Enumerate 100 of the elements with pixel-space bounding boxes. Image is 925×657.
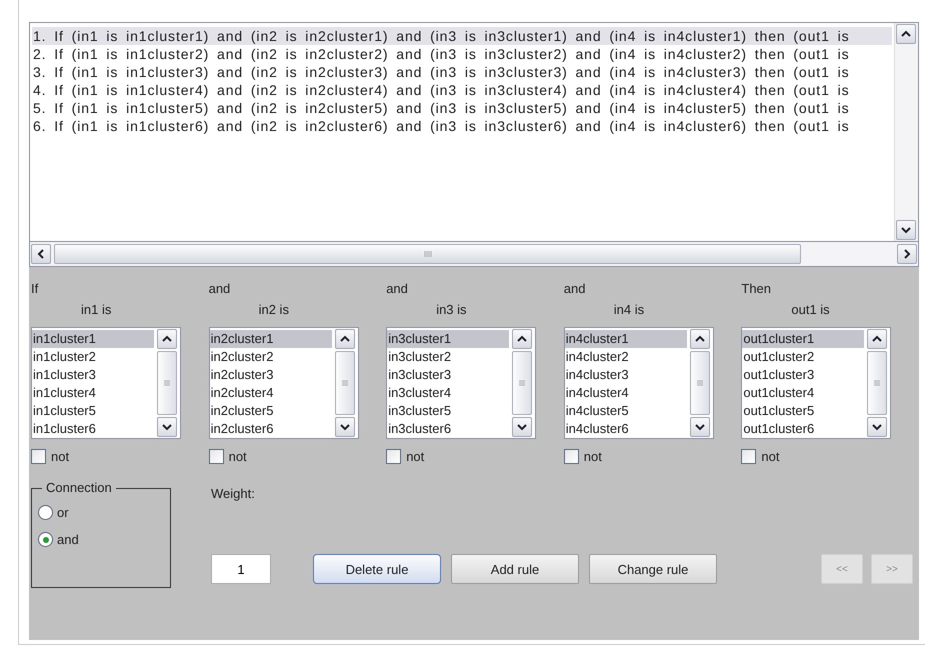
not-checkbox[interactable] — [208, 449, 224, 464]
cluster-item[interactable]: in1cluster2 — [32, 348, 154, 366]
chevron-right-icon — [904, 249, 910, 259]
scrollbar-thumb[interactable] — [867, 351, 888, 415]
cluster-item[interactable]: in3cluster6 — [387, 420, 510, 438]
variable-label: in1 is — [81, 301, 112, 319]
scroll-up-button[interactable] — [334, 329, 355, 349]
cluster-item[interactable]: in3cluster5 — [387, 402, 510, 420]
scrollbar-thumb[interactable] — [512, 351, 532, 415]
cluster-item[interactable]: in1cluster3 — [32, 366, 154, 384]
scroll-down-button[interactable] — [512, 417, 532, 437]
cluster-list[interactable]: in3cluster1 in3cluster2 in3cluster3 in3cluster4 in3cluster5 in3cluster6 — [386, 327, 536, 439]
scroll-down-button[interactable] — [334, 417, 355, 437]
weight-field[interactable]: 1 — [211, 554, 271, 584]
scroll-right-button[interactable] — [897, 244, 917, 264]
cluster-item[interactable]: in4cluster2 — [564, 348, 687, 366]
cluster-item[interactable]: in3cluster3 — [387, 366, 510, 384]
chevron-down-icon — [901, 227, 911, 234]
rule-item[interactable]: 1. If (in1 is in1cluster1) and (in2 is in2cluster1) and (in3 is in3cluster1) and (in4 is in4cluster1) then (out1 is — [32, 27, 892, 45]
chevron-down-icon — [872, 424, 882, 430]
checkbox-label: not — [51, 449, 70, 464]
chevron-up-icon — [872, 336, 882, 342]
cluster-item[interactable]: out1cluster3 — [742, 366, 864, 384]
radio-button[interactable] — [38, 532, 53, 547]
rule-button[interactable]: Add rule — [451, 554, 579, 584]
rule-button[interactable]: Delete rule — [313, 554, 441, 584]
cluster-item[interactable]: in2cluster1 — [210, 330, 332, 348]
cluster-item[interactable]: out1cluster6 — [742, 420, 864, 438]
cluster-item[interactable]: in2cluster4 — [210, 384, 332, 402]
variable-label: in3 is — [436, 301, 467, 319]
scrollbar-thumb[interactable] — [690, 351, 710, 415]
scroll-up-button[interactable] — [690, 329, 710, 349]
cluster-item[interactable]: in4cluster6 — [564, 420, 687, 438]
cluster-item[interactable]: in3cluster1 — [387, 330, 510, 348]
variable-label: out1 is — [791, 301, 830, 319]
not-checkbox[interactable] — [741, 449, 756, 464]
cluster-list[interactable]: in4cluster1 in4cluster2 in4cluster3 in4cluster4 in4cluster5 in4cluster6 — [564, 327, 714, 439]
chevron-up-icon — [162, 336, 172, 342]
connector-label: and — [564, 281, 586, 297]
cluster-item[interactable]: out1cluster2 — [742, 348, 864, 366]
scroll-down-button[interactable] — [157, 417, 177, 437]
rule-item[interactable]: 4. If (in1 is in1cluster4) and (in2 is in2cluster4) and (in3 is in3cluster4) and (in4 is in4cluster4) then (out1 is — [32, 81, 892, 99]
cluster-item[interactable]: out1cluster1 — [742, 330, 864, 348]
cluster-item[interactable]: in2cluster3 — [210, 366, 332, 384]
rule-list[interactable] — [29, 22, 919, 242]
cluster-item[interactable]: out1cluster4 — [742, 384, 864, 402]
scroll-up-button[interactable] — [157, 329, 177, 349]
scroll-up-button[interactable] — [896, 24, 916, 44]
scrollbar-thumb[interactable] — [157, 351, 177, 415]
variable-label: in4 is — [614, 301, 644, 319]
scroll-up-button[interactable] — [867, 329, 888, 349]
scroll-down-button[interactable] — [690, 417, 710, 437]
cluster-item[interactable]: in2cluster5 — [210, 402, 332, 420]
checkbox-label: not — [228, 449, 247, 464]
cluster-item[interactable]: in4cluster4 — [564, 384, 687, 402]
cluster-list[interactable]: in1cluster1 in1cluster2 in1cluster3 in1cluster4 in1cluster5 in1cluster6 — [31, 327, 181, 439]
cluster-list[interactable]: out1cluster1 out1cluster2 out1cluster3 out1cluster4 out1cluster5 out1cluster6 — [741, 327, 892, 439]
rule-button[interactable]: Change rule — [589, 554, 717, 584]
chevron-down-icon — [517, 424, 527, 430]
checkbox-label: not — [406, 449, 424, 464]
cluster-list[interactable]: in2cluster1 in2cluster2 in2cluster3 in2cluster4 in2cluster5 in2cluster6 — [208, 327, 359, 439]
chevron-up-icon — [695, 336, 704, 342]
chevron-down-icon — [162, 424, 172, 430]
cluster-item[interactable]: in3cluster2 — [387, 348, 510, 366]
scrollbar-thumb[interactable] — [54, 244, 801, 264]
chevron-left-icon — [38, 249, 44, 259]
scrollbar-thumb[interactable] — [334, 351, 355, 415]
scroll-down-button[interactable] — [896, 220, 916, 240]
cluster-item[interactable]: in4cluster3 — [564, 366, 687, 384]
cluster-item[interactable]: in3cluster4 — [387, 384, 510, 402]
group-title: Connection — [42, 480, 116, 495]
radio-button[interactable] — [38, 505, 53, 520]
not-checkbox[interactable] — [564, 449, 579, 464]
connector-label: and — [208, 281, 230, 297]
checkbox-label: not — [761, 449, 780, 464]
not-checkbox[interactable] — [386, 449, 402, 464]
chevron-down-icon — [340, 424, 350, 430]
cluster-item[interactable]: in4cluster1 — [564, 330, 687, 348]
rule-item[interactable]: 6. If (in1 is in1cluster6) and (in2 is in2cluster6) and (in3 is in3cluster6) and (in4 is in4cluster6) then (out1 is — [32, 117, 892, 135]
cluster-item[interactable]: in2cluster2 — [210, 348, 332, 366]
rule-item[interactable]: 3. If (in1 is in1cluster3) and (in2 is in2cluster3) and (in3 is in3cluster3) and (in4 is in4cluster3) then (out1 is — [32, 63, 892, 81]
chevron-up-icon — [517, 336, 527, 342]
cluster-item[interactable]: in1cluster1 — [32, 330, 154, 348]
cluster-item[interactable]: out1cluster5 — [742, 402, 864, 420]
scroll-left-button[interactable] — [31, 244, 51, 264]
cluster-item[interactable]: in1cluster4 — [32, 384, 154, 402]
cluster-item[interactable]: in1cluster5 — [32, 402, 154, 420]
not-checkbox[interactable] — [31, 449, 46, 464]
radio-label: or — [57, 505, 69, 520]
cluster-item[interactable]: in4cluster5 — [564, 402, 687, 420]
connector-label: and — [386, 281, 408, 297]
cluster-item[interactable]: in2cluster6 — [210, 420, 332, 438]
variable-label: in2 is — [258, 301, 289, 319]
chevron-up-icon — [340, 336, 350, 342]
cluster-item[interactable]: in1cluster6 — [32, 420, 154, 438]
connector-label: If — [31, 281, 38, 297]
scroll-up-button[interactable] — [512, 329, 532, 349]
scroll-down-button[interactable] — [867, 417, 888, 437]
rule-item[interactable]: 5. If (in1 is in1cluster5) and (in2 is in2cluster5) and (in3 is in3cluster5) and (in4 is in4cluster5) then (out1 is — [32, 99, 892, 117]
rule-item[interactable]: 2. If (in1 is in1cluster2) and (in2 is in2cluster2) and (in3 is in3cluster2) and (in4 is in4cluster2) then (out1 is — [32, 45, 892, 63]
